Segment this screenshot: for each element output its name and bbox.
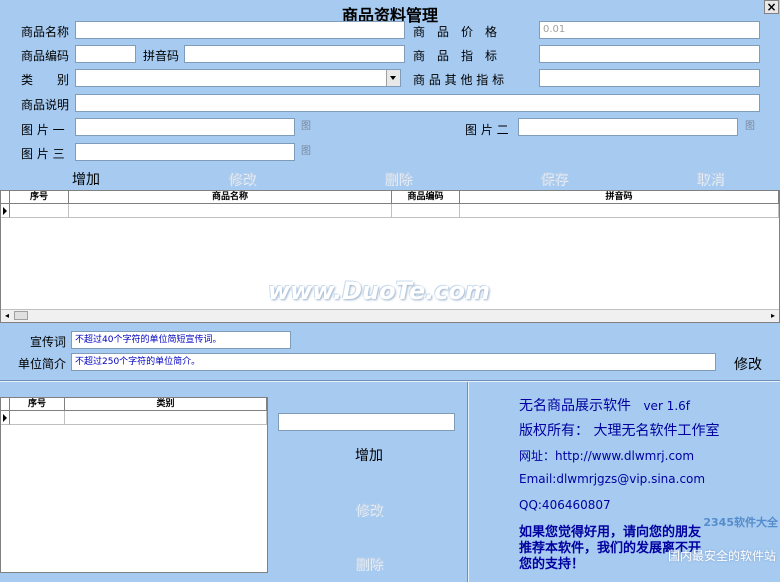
scroll-thumb[interactable] [14, 311, 28, 320]
slogan-input[interactable]: 不超过40个字符的单位简短宣传词。 [71, 331, 291, 349]
scroll-left-icon[interactable]: ◂ [1, 310, 13, 321]
edit-button[interactable]: 修改 [228, 169, 256, 189]
website-link[interactable]: 网址：http://www.dlwmrj.com [519, 447, 694, 464]
picture-three-input[interactable] [75, 143, 295, 161]
category-edit-button[interactable]: 修改 [355, 500, 383, 520]
delete-button[interactable]: 删除 [384, 169, 412, 189]
scroll-right-icon[interactable]: ▸ [767, 310, 779, 321]
picture-three-browse-icon[interactable]: 图 [300, 146, 312, 158]
pinyin-code-label: 拼音码 [143, 49, 180, 63]
version-text: ver 1.6f [643, 399, 690, 413]
column-header-product-code[interactable]: 商品编码 [392, 191, 460, 204]
picture-two-input[interactable] [518, 118, 738, 136]
table-row[interactable] [1, 204, 779, 218]
product-name-input[interactable] [75, 21, 405, 39]
horizontal-scrollbar[interactable]: ◂ ▸ [1, 309, 779, 322]
save-button[interactable]: 保存 [540, 169, 568, 189]
chevron-down-icon[interactable] [386, 70, 400, 86]
product-code-label: 商品编码 [21, 49, 70, 63]
cancel-button[interactable]: 取消 [696, 169, 724, 189]
picture-two-browse-icon[interactable]: 图 [744, 121, 756, 133]
product-code-input[interactable] [75, 45, 136, 63]
category-name-input[interactable] [278, 413, 455, 431]
company-intro-label: 单位简介 [18, 357, 67, 371]
vertical-divider [467, 382, 469, 582]
current-row-indicator [1, 411, 10, 425]
category-add-button[interactable]: 增加 [355, 445, 383, 465]
category-label: 类 别 [21, 73, 70, 87]
column-header-index[interactable]: 序号 [10, 191, 69, 204]
picture-one-browse-icon[interactable]: 图 [300, 121, 312, 133]
duote-watermark: www.DuoTe.com [268, 277, 490, 305]
email-link[interactable]: Email:dlwmrjgzs@vip.sina.com [519, 472, 705, 486]
other-spec-label: 商 品 其 他 指 标 [413, 73, 505, 87]
product-spec-label: 商 品 指 标 [413, 49, 498, 63]
categories-table[interactable]: 序号 类别 [0, 397, 268, 573]
column-header-product-name[interactable]: 商品名称 [69, 191, 392, 204]
other-spec-input[interactable] [539, 69, 760, 87]
picture-one-input[interactable] [75, 118, 295, 136]
table-row[interactable] [1, 411, 267, 425]
slogan-label: 宣传词 [30, 335, 67, 349]
close-icon: × [766, 0, 777, 14]
product-price-input[interactable]: 0.01 [539, 21, 760, 39]
product-name-text: 无名商品展示软件 [519, 398, 631, 414]
product-price-label: 商 品 价 格 [413, 25, 498, 39]
picture-three-label: 图 片 三 [21, 147, 65, 161]
corner-watermark: 2345软件大全 [690, 514, 778, 530]
company-intro-input[interactable]: 不超过250个字符的单位简介。 [71, 353, 716, 371]
section-divider [0, 380, 780, 382]
current-row-indicator [1, 204, 10, 218]
row-indicator-header [1, 191, 10, 204]
copyright-text: 版权所有： 大理无名软件工作室 [519, 423, 720, 439]
category-select[interactable] [75, 69, 401, 87]
company-edit-button[interactable]: 修改 [734, 354, 762, 374]
product-desc-label: 商品说明 [21, 98, 70, 112]
corner-watermark-line-2: 国内最安全的软件站 [667, 549, 776, 563]
product-title: 无名商品展示软件 ver 1.6f [519, 395, 690, 415]
product-spec-input[interactable] [539, 45, 760, 63]
category-delete-button[interactable]: 删除 [355, 554, 383, 574]
column-header-category[interactable]: 类别 [65, 398, 267, 411]
qq-text: QQ:406460807 [519, 498, 611, 512]
picture-one-label: 图 片 一 [21, 123, 65, 137]
close-button[interactable]: × [764, 0, 779, 14]
product-name-label: 商品名称 [21, 25, 70, 39]
add-button[interactable]: 增加 [72, 169, 100, 189]
column-header-index[interactable]: 序号 [10, 398, 65, 411]
pinyin-code-input[interactable] [184, 45, 405, 63]
product-desc-input[interactable] [75, 94, 760, 112]
corner-watermark-line-1: 2345软件大全 [703, 516, 778, 529]
row-indicator-header [1, 398, 10, 411]
picture-two-label: 图 片 二 [465, 123, 509, 137]
appeal-line-3: 您的支持！ [519, 557, 585, 572]
column-header-pinyin[interactable]: 拼音码 [460, 191, 779, 204]
